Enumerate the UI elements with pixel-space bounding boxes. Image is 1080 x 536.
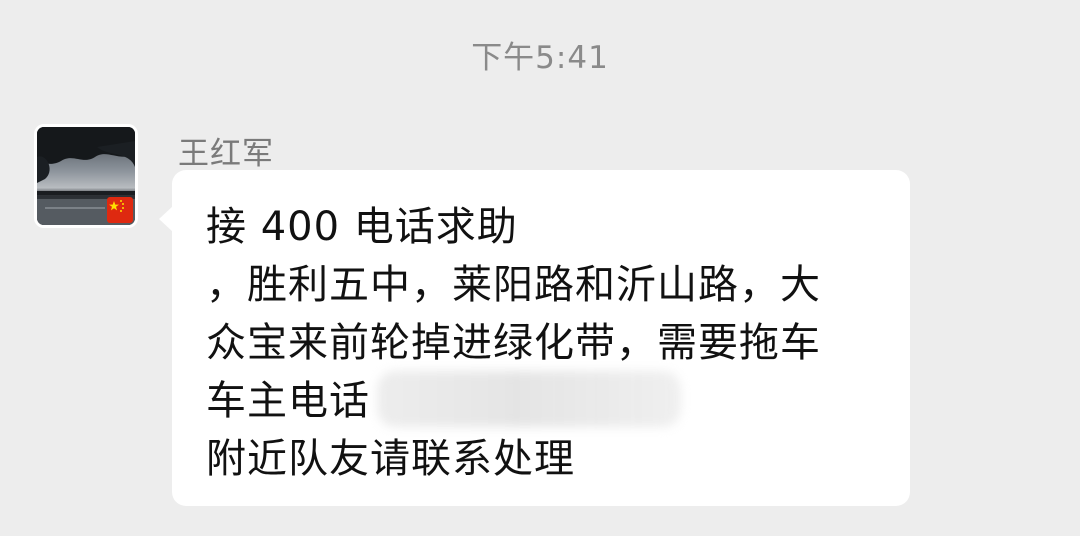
bubble-tail — [159, 206, 173, 232]
message-line-3: 众宝来前轮掉进绿化带，需要拖车 — [206, 320, 821, 366]
message-line-2: ，胜利五中，莱阳路和沂山路，大 — [206, 262, 821, 308]
message-timestamp: 下午5:41 — [471, 40, 609, 76]
china-flag-icon — [107, 197, 133, 223]
message-bubble[interactable]: 接 400 电话求助 ，胜利五中，莱阳路和沂山路，大 众宝来前轮掉进绿化带，需要… — [159, 170, 910, 506]
redacted-phone-number — [377, 371, 681, 427]
sender-avatar[interactable] — [34, 124, 138, 228]
message-line-1: 接 400 电话求助 — [206, 204, 518, 250]
sender-name: 王红军 — [178, 136, 274, 172]
message-line-5: 附近队友请联系处理 — [206, 436, 575, 482]
